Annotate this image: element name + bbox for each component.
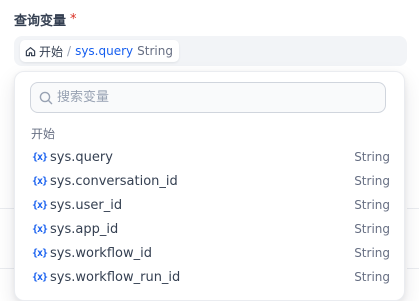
variable-icon: {x} [32,271,48,283]
divider [0,208,14,209]
variable-option[interactable]: {x} sys.workflow_id String [15,241,404,265]
variable-type: String [354,270,390,284]
divider [407,208,419,209]
variable-option[interactable]: {x} sys.workflow_run_id String [15,265,404,289]
variable-icon: {x} [32,247,48,259]
variable-name: sys.user_id [50,197,123,213]
variable-list: {x} sys.query String {x} sys.conversatio… [15,145,404,289]
variable-option[interactable]: {x} sys.conversation_id String [15,169,404,193]
variable-type: String [354,246,390,260]
variable-option[interactable]: {x} sys.app_id String [15,217,404,241]
selected-variable-type: String [137,44,173,58]
search-icon [39,91,53,105]
search-input[interactable] [57,90,357,105]
variable-option[interactable]: {x} sys.query String [15,145,404,169]
selected-variable-name: sys.query [75,44,134,58]
divider [407,268,419,269]
divider [0,268,14,269]
variable-icon: {x} [32,151,48,163]
query-variable-label: 查询变量 * [14,10,77,29]
variable-name: sys.app_id [50,221,119,237]
group-title: 开始 [31,127,56,141]
variable-icon: {x} [32,199,48,211]
field-label-text: 查询变量 [14,14,67,29]
variable-icon: {x} [32,175,48,187]
variable-type: String [354,174,390,188]
variable-selector[interactable]: 开始 / sys.query String [14,36,407,66]
variable-name: sys.conversation_id [50,173,178,189]
selected-variable-pill[interactable]: 开始 / sys.query String [20,40,179,62]
path-separator: / [67,44,72,58]
variable-type: String [354,222,390,236]
variable-name: sys.workflow_run_id [50,269,181,285]
variable-option[interactable]: {x} sys.user_id String [15,193,404,217]
variable-name: sys.workflow_id [50,245,152,261]
variable-type: String [354,150,390,164]
variable-dropdown: 开始 {x} sys.query String {x} sys.conversa… [14,71,405,301]
variable-name: sys.query [50,149,113,165]
variable-type: String [354,198,390,212]
required-mark: * [70,12,77,27]
node-name: 开始 [39,44,64,59]
variable-icon: {x} [32,223,48,235]
home-icon [25,46,36,57]
search-box[interactable] [30,82,386,113]
